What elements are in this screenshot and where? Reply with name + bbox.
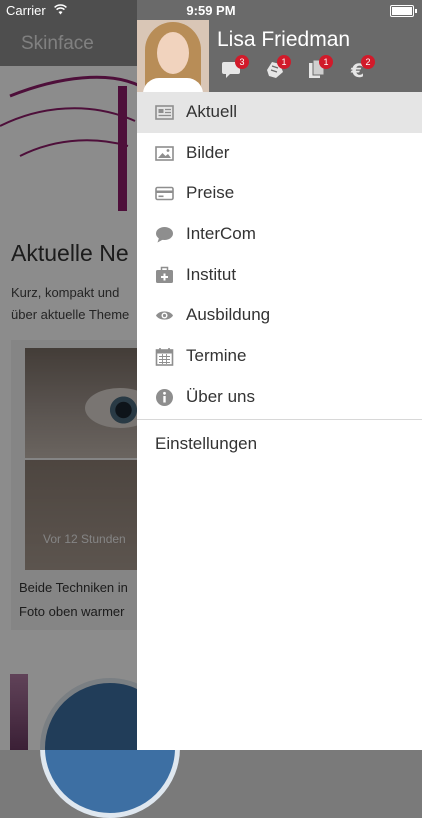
documents-badge: 1 [319,55,333,69]
battery-icon [390,5,417,17]
euro-badge: 2 [361,55,375,69]
menu-item-ueber-uns[interactable]: Über uns [137,377,422,418]
calendar-icon [155,347,174,366]
credit-card-icon [155,184,174,203]
menu-label: Aktuell [186,102,238,121]
documents-icon[interactable]: 1 [306,55,333,80]
menu-label: Über uns [186,386,255,406]
info-icon [155,388,174,407]
avatar[interactable] [137,20,209,92]
menu-item-preise[interactable]: Preise [137,173,422,214]
menu-label: Termine [186,346,247,366]
eye-icon [155,306,174,325]
menu-item-intercom[interactable]: InterCom [137,214,422,255]
menu-item-institut[interactable]: Institut [137,255,422,296]
drawer-menu: Aktuell Bilder Preise InterCom Institut [137,92,422,468]
speech-bubble-icon [155,225,174,244]
settings-label: Einstellungen [155,433,258,453]
euro-icon[interactable]: € 2 [348,55,375,82]
menu-label: Ausbildung [186,305,271,325]
menu-item-termine[interactable]: Termine [137,336,422,377]
menu-label: Institut [186,264,237,284]
navigation-drawer: Lisa Friedman 3 1 1 € 2 Aktuell Bilder P… [137,0,422,750]
menu-item-aktuell[interactable]: Aktuell [137,92,422,133]
chat-icon[interactable]: 3 [222,55,249,80]
chat-badge: 3 [235,55,249,69]
menu-item-ausbildung[interactable]: Ausbildung [137,295,422,336]
status-bar: Carrier 9:59 PM [0,0,422,22]
hand-icon[interactable]: 1 [264,55,291,80]
clock: 9:59 PM [186,3,236,18]
menu-item-bilder[interactable]: Bilder [137,133,422,174]
first-aid-icon [155,266,174,285]
news-icon [155,103,174,122]
user-name[interactable]: Lisa Friedman [217,28,350,52]
menu-item-einstellungen[interactable]: Einstellungen [137,420,422,468]
image-icon [155,144,174,163]
hand-badge: 1 [277,55,291,69]
menu-label: Preise [186,183,235,203]
menu-label: Bilder [186,142,230,162]
menu-label: InterCom [186,224,256,244]
